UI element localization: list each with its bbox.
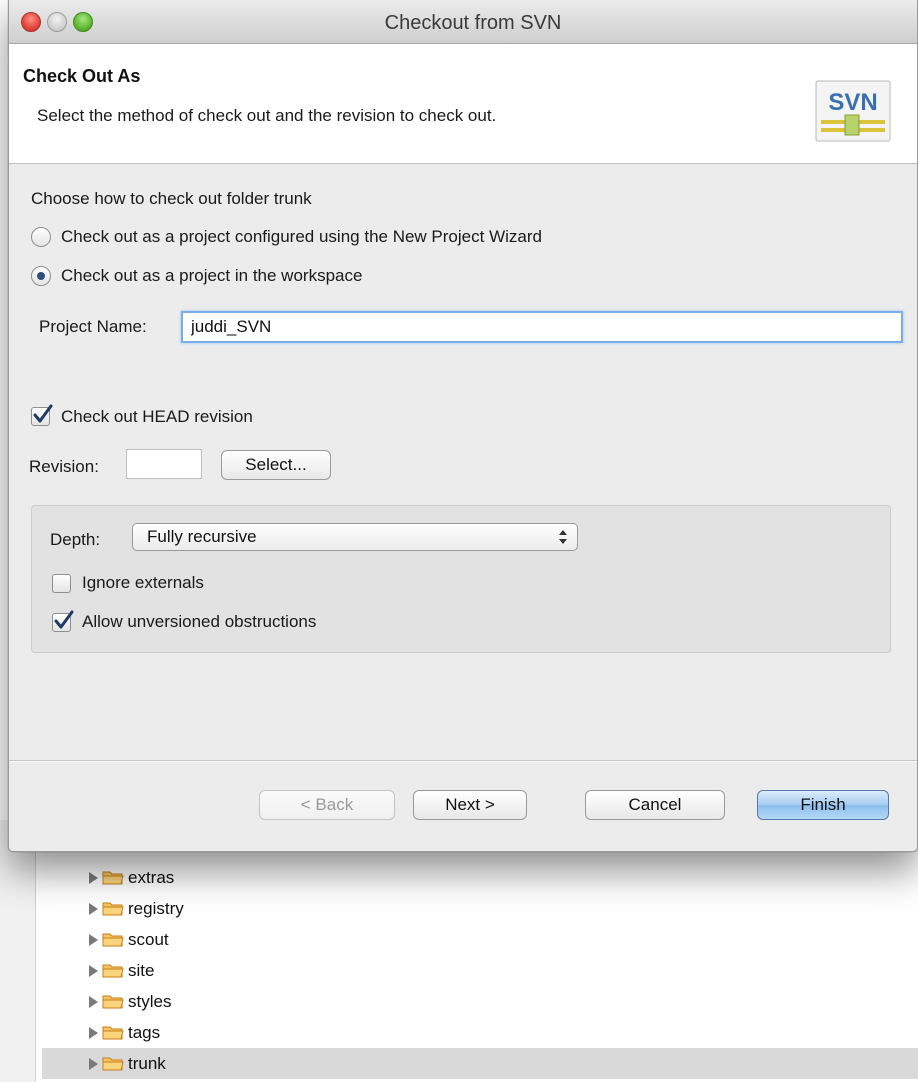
svn-logo-icon: SVN (815, 80, 891, 142)
tree-item-label: registry (128, 899, 184, 918)
tree-item-extras[interactable]: extras (42, 862, 918, 893)
expand-arrow-icon[interactable] (86, 986, 100, 1017)
depth-label: Depth: (50, 530, 101, 549)
page-title: Check Out As (23, 66, 141, 86)
radio-workspace-project[interactable] (31, 266, 51, 286)
radio-new-project-wizard[interactable] (31, 227, 51, 247)
tree-item-site[interactable]: site (42, 955, 918, 986)
svn-logo-text: SVN (828, 89, 877, 116)
back-button[interactable]: < Back (259, 790, 395, 820)
expand-arrow-icon[interactable] (86, 924, 100, 955)
revision-label: Revision: (29, 457, 99, 476)
radio-new-project-wizard-label[interactable]: Check out as a project configured using … (61, 227, 542, 247)
checkout-method-label: Choose how to check out folder trunk (31, 189, 312, 208)
folder-icon (102, 995, 124, 1009)
head-revision-label[interactable]: Check out HEAD revision (61, 407, 253, 427)
select-revision-button[interactable]: Select... (221, 450, 331, 480)
depth-options-group: Depth: Fully recursive Ignore externals … (31, 505, 891, 653)
head-revision-checkbox[interactable] (31, 404, 53, 426)
expand-arrow-icon[interactable] (86, 893, 100, 924)
panel-left-gutter (0, 820, 36, 1082)
expand-arrow-icon[interactable] (86, 1048, 100, 1079)
tree-item-label: scout (128, 930, 169, 949)
ignore-externals-label[interactable]: Ignore externals (82, 573, 204, 593)
allow-unversioned-checkbox[interactable] (52, 610, 74, 632)
cancel-button[interactable]: Cancel (585, 790, 725, 820)
wizard-header: Check Out As Select the method of check … (9, 44, 917, 164)
checkout-dialog: Checkout from SVN Check Out As Select th… (8, 0, 918, 852)
up-down-arrows-icon (559, 530, 567, 544)
tree-item-label: styles (128, 992, 172, 1011)
tree-item-label: trunk (128, 1054, 166, 1073)
radio-workspace-project-label[interactable]: Check out as a project in the workspace (61, 266, 362, 286)
project-name-input[interactable] (181, 311, 903, 343)
expand-arrow-icon[interactable] (86, 862, 100, 893)
folder-icon (102, 964, 124, 978)
checkmark-icon (33, 404, 53, 423)
tree-item-label: tags (128, 1023, 161, 1042)
ignore-externals-checkbox[interactable] (52, 574, 71, 593)
folder-icon (102, 933, 124, 947)
next-button[interactable]: Next > (413, 790, 527, 820)
folder-icon (102, 1057, 124, 1071)
tree-item-trunk[interactable]: trunk (42, 1048, 918, 1079)
footer-divider-highlight (9, 761, 917, 762)
tree-item-registry[interactable]: registry (42, 893, 918, 924)
title-bar[interactable]: Checkout from SVN (9, 0, 917, 44)
folder-icon (102, 1026, 124, 1040)
tree-item-styles[interactable]: styles (42, 986, 918, 1017)
expand-arrow-icon[interactable] (86, 955, 100, 986)
tree-item-scout[interactable]: scout (42, 924, 918, 955)
repository-tree: branches extras registry scout site styl… (42, 832, 918, 1079)
wizard-body: Choose how to check out folder trunk Che… (9, 165, 917, 761)
expand-arrow-icon[interactable] (86, 1017, 100, 1048)
tree-item-label: site (128, 961, 155, 980)
revision-input[interactable] (126, 449, 202, 479)
depth-select-value: Fully recursive (147, 527, 257, 546)
folder-icon (102, 871, 124, 885)
page-description: Select the method of check out and the r… (37, 106, 497, 125)
folder-icon (102, 902, 124, 916)
tree-item-tags[interactable]: tags (42, 1017, 918, 1048)
finish-button[interactable]: Finish (757, 790, 889, 820)
depth-select[interactable]: Fully recursive (132, 523, 578, 551)
window-title: Checkout from SVN (384, 12, 562, 34)
project-name-label: Project Name: (39, 317, 147, 336)
checkmark-icon (54, 610, 74, 629)
allow-unversioned-label[interactable]: Allow unversioned obstructions (82, 612, 316, 632)
tree-item-label: extras (128, 868, 175, 887)
